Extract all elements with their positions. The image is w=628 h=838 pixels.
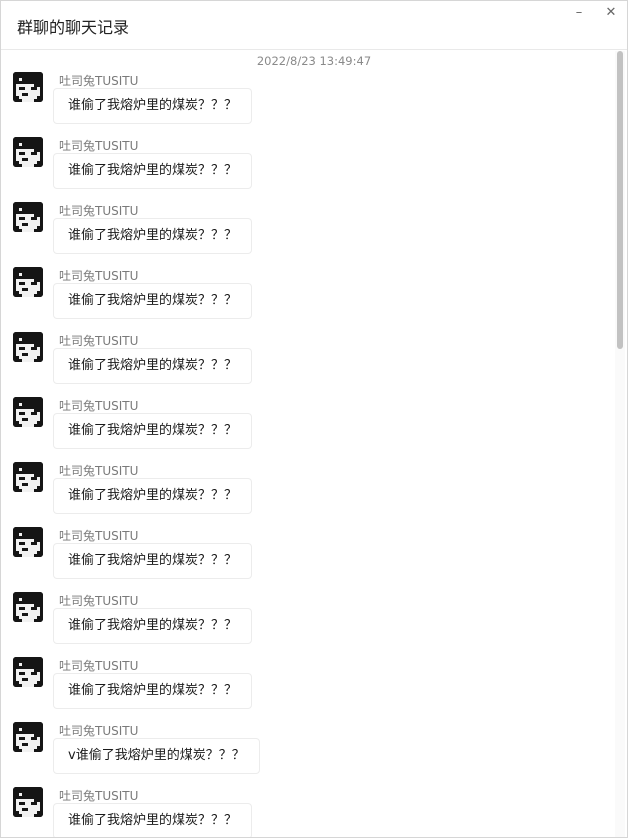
window-title: 群聊的聊天记录 [17, 18, 130, 37]
sender-name: 吐司兔TUSITU [59, 594, 139, 608]
chat-message: 吐司兔TUSITU 谁偷了我熔炉里的煤炭？？？ [1, 787, 611, 837]
sender-name: 吐司兔TUSITU [59, 399, 139, 413]
sender-name: 吐司兔TUSITU [59, 269, 139, 283]
close-icon[interactable]: ✕ [601, 5, 621, 21]
chat-message: 吐司兔TUSITU 谁偷了我熔炉里的煤炭？？？ [1, 137, 611, 202]
sender-name: 吐司兔TUSITU [59, 529, 139, 543]
message-timestamp: 2022/8/23 13:49:47 [256, 54, 372, 68]
message-bubble[interactable]: 谁偷了我熔炉里的煤炭？？？ [53, 218, 253, 254]
avatar[interactable] [13, 202, 43, 232]
chat-message: 吐司兔TUSITU 谁偷了我熔炉里的煤炭？？？ [1, 332, 611, 397]
chat-message: 吐司兔TUSITU 谁偷了我熔炉里的煤炭？？？ [1, 267, 611, 332]
message-bubble[interactable]: 谁偷了我熔炉里的煤炭？？？ [53, 803, 253, 837]
message-bubble[interactable]: 谁偷了我熔炉里的煤炭？？？ [53, 413, 253, 449]
chat-message: 吐司兔TUSITU 谁偷了我熔炉里的煤炭？？？ [1, 462, 611, 527]
avatar-pixel-face-icon [13, 202, 43, 232]
avatar[interactable] [13, 657, 43, 687]
avatar[interactable] [13, 592, 43, 622]
message-bubble[interactable]: 谁偷了我熔炉里的煤炭？？？ [53, 153, 253, 189]
avatar-pixel-face-icon [13, 72, 43, 102]
avatar-pixel-face-icon [13, 137, 43, 167]
avatar[interactable] [13, 527, 43, 557]
avatar[interactable] [13, 332, 43, 362]
chat-message: 吐司兔TUSITU 谁偷了我熔炉里的煤炭？？？ [1, 527, 611, 592]
chat-message-list[interactable]: 2022/8/23 13:49:47 吐司兔TUSITU 谁偷了我熔炉里的煤炭？… [1, 50, 627, 837]
avatar-pixel-face-icon [13, 462, 43, 492]
chat-message: 吐司兔TUSITU 谁偷了我熔炉里的煤炭？？？ [1, 657, 611, 722]
message-bubble[interactable]: 谁偷了我熔炉里的煤炭？？？ [53, 478, 253, 514]
sender-name: 吐司兔TUSITU [59, 724, 139, 738]
chat-message: 吐司兔TUSITU 谁偷了我熔炉里的煤炭？？？ [1, 592, 611, 657]
chat-message: 吐司兔TUSITU 谁偷了我熔炉里的煤炭？？？ [1, 202, 611, 267]
sender-name: 吐司兔TUSITU [59, 659, 139, 673]
message-bubble[interactable]: 谁偷了我熔炉里的煤炭？？？ [53, 88, 253, 124]
message-bubble[interactable]: 谁偷了我熔炉里的煤炭？？？ [53, 608, 253, 644]
avatar-pixel-face-icon [13, 722, 43, 752]
avatar-pixel-face-icon [13, 332, 43, 362]
avatar-pixel-face-icon [13, 657, 43, 687]
sender-name: 吐司兔TUSITU [59, 74, 139, 88]
avatar-pixel-face-icon [13, 592, 43, 622]
avatar[interactable] [13, 397, 43, 427]
title-bar: 群聊的聊天记录 – ✕ [1, 1, 627, 50]
avatar[interactable] [13, 722, 43, 752]
scrollbar-thumb[interactable] [617, 51, 623, 349]
chat-message: 吐司兔TUSITU v谁偷了我熔炉里的煤炭？？？ [1, 722, 611, 787]
chat-message: 吐司兔TUSITU 谁偷了我熔炉里的煤炭？？？ [1, 397, 611, 462]
avatar-pixel-face-icon [13, 397, 43, 427]
avatar[interactable] [13, 267, 43, 297]
message-bubble[interactable]: v谁偷了我熔炉里的煤炭？？？ [53, 738, 260, 774]
message-bubble[interactable]: 谁偷了我熔炉里的煤炭？？？ [53, 283, 253, 319]
chat-message: 吐司兔TUSITU 谁偷了我熔炉里的煤炭？？？ [1, 72, 611, 137]
avatar-pixel-face-icon [13, 267, 43, 297]
avatar[interactable] [13, 787, 43, 817]
scrollbar-track[interactable] [615, 51, 625, 837]
avatar[interactable] [13, 462, 43, 492]
sender-name: 吐司兔TUSITU [59, 334, 139, 348]
sender-name: 吐司兔TUSITU [59, 204, 139, 218]
sender-name: 吐司兔TUSITU [59, 789, 139, 803]
message-bubble[interactable]: 谁偷了我熔炉里的煤炭？？？ [53, 673, 253, 709]
avatar[interactable] [13, 137, 43, 167]
avatar-pixel-face-icon [13, 787, 43, 817]
sender-name: 吐司兔TUSITU [59, 464, 139, 478]
avatar-pixel-face-icon [13, 527, 43, 557]
chat-history-window: 群聊的聊天记录 – ✕ 2022/8/23 13:49:47 吐司兔TUSITU… [0, 0, 628, 838]
minimize-icon[interactable]: – [569, 5, 589, 21]
avatar[interactable] [13, 72, 43, 102]
message-bubble[interactable]: 谁偷了我熔炉里的煤炭？？？ [53, 348, 253, 384]
message-bubble[interactable]: 谁偷了我熔炉里的煤炭？？？ [53, 543, 253, 579]
sender-name: 吐司兔TUSITU [59, 139, 139, 153]
